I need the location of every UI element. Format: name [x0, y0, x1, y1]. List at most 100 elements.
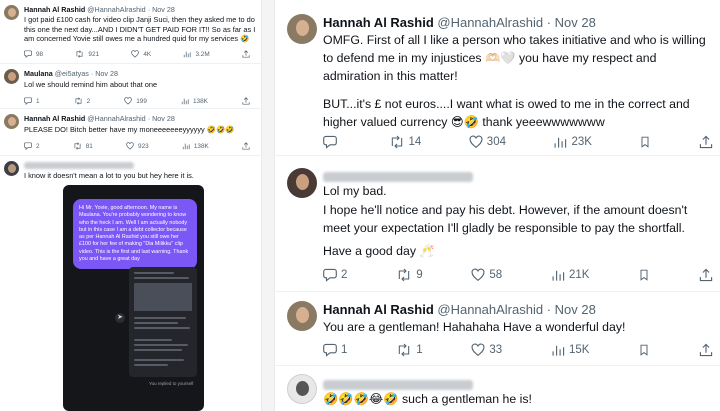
- like-icon: [469, 135, 483, 149]
- avatar[interactable]: [4, 161, 19, 176]
- like-button[interactable]: 304: [469, 135, 506, 149]
- blurred-author-info: [323, 379, 473, 390]
- tweet-date[interactable]: · Nov 28: [91, 69, 118, 78]
- retweet-count: 921: [88, 50, 100, 58]
- views-count: 23K: [571, 136, 592, 148]
- replied-label: You replied to yourself: [149, 381, 194, 386]
- tweet-text: Lol my bad.: [323, 184, 387, 198]
- author-name[interactable]: Hannah Al Rashid: [24, 5, 85, 14]
- bookmark-button[interactable]: [638, 268, 650, 282]
- retweet-icon: [74, 142, 81, 150]
- views-button[interactable]: 21K: [551, 268, 589, 282]
- tweet-actions: 1 1 33 15K: [323, 343, 713, 357]
- retweet-icon: [76, 50, 83, 58]
- dm-message-bubble: Hi Mr. Yovie, good afternoon. My name is…: [73, 199, 197, 270]
- retweet-button[interactable]: 9: [396, 268, 423, 282]
- tweet-date[interactable]: · Nov 28: [547, 15, 596, 30]
- reply-button[interactable]: [323, 135, 341, 149]
- views-button[interactable]: 23K: [553, 135, 592, 149]
- views-count: 3.2M: [195, 50, 210, 58]
- share-button[interactable]: [699, 343, 713, 357]
- avatar[interactable]: [287, 301, 317, 331]
- tweet-date[interactable]: · Nov 28: [547, 302, 596, 317]
- share-button[interactable]: [699, 135, 713, 149]
- tweet[interactable]: Hannah Al Rashid @HannahAlrashid · Nov 2…: [0, 109, 261, 156]
- author-handle[interactable]: @HannahAlrashid: [437, 302, 543, 317]
- attached-phone-screenshot[interactable]: Hi Mr. Yovie, good afternoon. My name is…: [63, 185, 204, 411]
- views-button[interactable]: 3.2M: [183, 50, 210, 58]
- share-icon: [699, 268, 713, 282]
- blurred-author-info: [323, 171, 473, 182]
- blurred-author-info: [24, 161, 134, 169]
- views-button[interactable]: 15K: [551, 343, 589, 357]
- reply-count: 1: [36, 97, 40, 105]
- tweet-text: You are a gentleman! Hahahaha Have a won…: [323, 320, 626, 334]
- like-button[interactable]: 4K: [131, 50, 151, 58]
- retweet-button[interactable]: 14: [389, 135, 421, 149]
- tweet[interactable]: Hannah Al Rashid @HannahAlrashid · Nov 2…: [275, 292, 720, 366]
- retweet-icon: [75, 97, 82, 105]
- author-handle[interactable]: @HannahAlrashid: [437, 15, 543, 30]
- avatar[interactable]: [287, 374, 317, 404]
- tweet-text: I know it doesn't mean a lot to you but …: [24, 171, 194, 180]
- reply-count: 1: [341, 344, 348, 356]
- reply-button[interactable]: 98: [24, 50, 43, 58]
- share-button[interactable]: [242, 97, 250, 105]
- reply-count: 2: [341, 269, 348, 281]
- author-name[interactable]: Hannah Al Rashid: [323, 302, 434, 317]
- views-button[interactable]: 138K: [182, 142, 209, 150]
- author-handle[interactable]: @HannahAlrashid: [87, 5, 145, 14]
- retweet-button[interactable]: 2: [74, 97, 90, 105]
- avatar[interactable]: [4, 5, 19, 20]
- reply-icon: [323, 135, 337, 149]
- views-icon: [182, 143, 190, 150]
- share-icon: [242, 97, 250, 105]
- tweet[interactable]: Hannah Al Rashid @HannahAlrashid · Nov 2…: [275, 0, 720, 156]
- reply-button[interactable]: 2: [323, 268, 347, 282]
- reply-button[interactable]: 1: [24, 97, 40, 105]
- tweet[interactable]: 🤣🤣🤣😂🤣 such a gentleman he is!: [275, 366, 720, 411]
- share-button[interactable]: [242, 142, 250, 150]
- author-handle[interactable]: @HannahAlrashid: [87, 114, 145, 123]
- bookmark-icon: [640, 269, 648, 281]
- avatar[interactable]: [287, 168, 317, 198]
- tweet[interactable]: Hannah Al Rashid @HannahAlrashid · Nov 2…: [0, 0, 261, 64]
- like-button[interactable]: 58: [471, 268, 502, 282]
- reply-button[interactable]: 2: [24, 142, 40, 150]
- tweet-date[interactable]: · Nov 28: [148, 5, 175, 14]
- retweet-button[interactable]: 921: [75, 50, 99, 58]
- bookmark-button[interactable]: [638, 343, 650, 357]
- tweet-text: PLEASE DO! Bitch better have my moneeeee…: [24, 125, 235, 134]
- author-name[interactable]: Hannah Al Rashid: [323, 15, 434, 30]
- reply-icon: [323, 268, 337, 282]
- views-icon: [555, 137, 567, 148]
- avatar[interactable]: [287, 14, 317, 44]
- views-button[interactable]: 138K: [181, 97, 208, 105]
- like-button[interactable]: 923: [126, 142, 149, 150]
- share-icon: [242, 142, 250, 150]
- avatar[interactable]: [4, 114, 19, 129]
- bookmark-button[interactable]: [639, 135, 651, 149]
- tweet[interactable]: Maulana @ei5atyas · Nov 28 Lol we should…: [0, 64, 261, 109]
- tweet[interactable]: Lol my bad. I hope he'll notice and pay …: [275, 156, 720, 292]
- reply-icon: [24, 142, 32, 150]
- tweet-header: Hannah Al Rashid @HannahAlrashid · Nov 2…: [323, 302, 596, 317]
- author-handle[interactable]: @ei5atyas: [55, 69, 89, 78]
- tweet-text: OMFG. First of all I like a person who t…: [323, 33, 706, 83]
- reply-button[interactable]: 1: [323, 343, 347, 357]
- retweet-count: 81: [85, 142, 93, 150]
- retweet-button[interactable]: 81: [73, 142, 93, 150]
- share-button[interactable]: [699, 268, 713, 282]
- like-button[interactable]: 33: [471, 343, 502, 357]
- tweet-header: Maulana @ei5atyas · Nov 28: [24, 69, 118, 78]
- retweet-button[interactable]: 1: [396, 343, 423, 357]
- author-name[interactable]: Maulana: [24, 69, 53, 78]
- views-icon: [552, 270, 565, 281]
- like-button[interactable]: 199: [124, 97, 147, 105]
- tweet-header: Hannah Al Rashid @HannahAlrashid · Nov 2…: [24, 5, 175, 14]
- share-button[interactable]: [242, 50, 250, 58]
- tweet-actions: 2 9 58 21K: [323, 268, 713, 282]
- author-name[interactable]: Hannah Al Rashid: [24, 114, 85, 123]
- tweet-date[interactable]: · Nov 28: [148, 114, 175, 123]
- avatar[interactable]: [4, 69, 19, 84]
